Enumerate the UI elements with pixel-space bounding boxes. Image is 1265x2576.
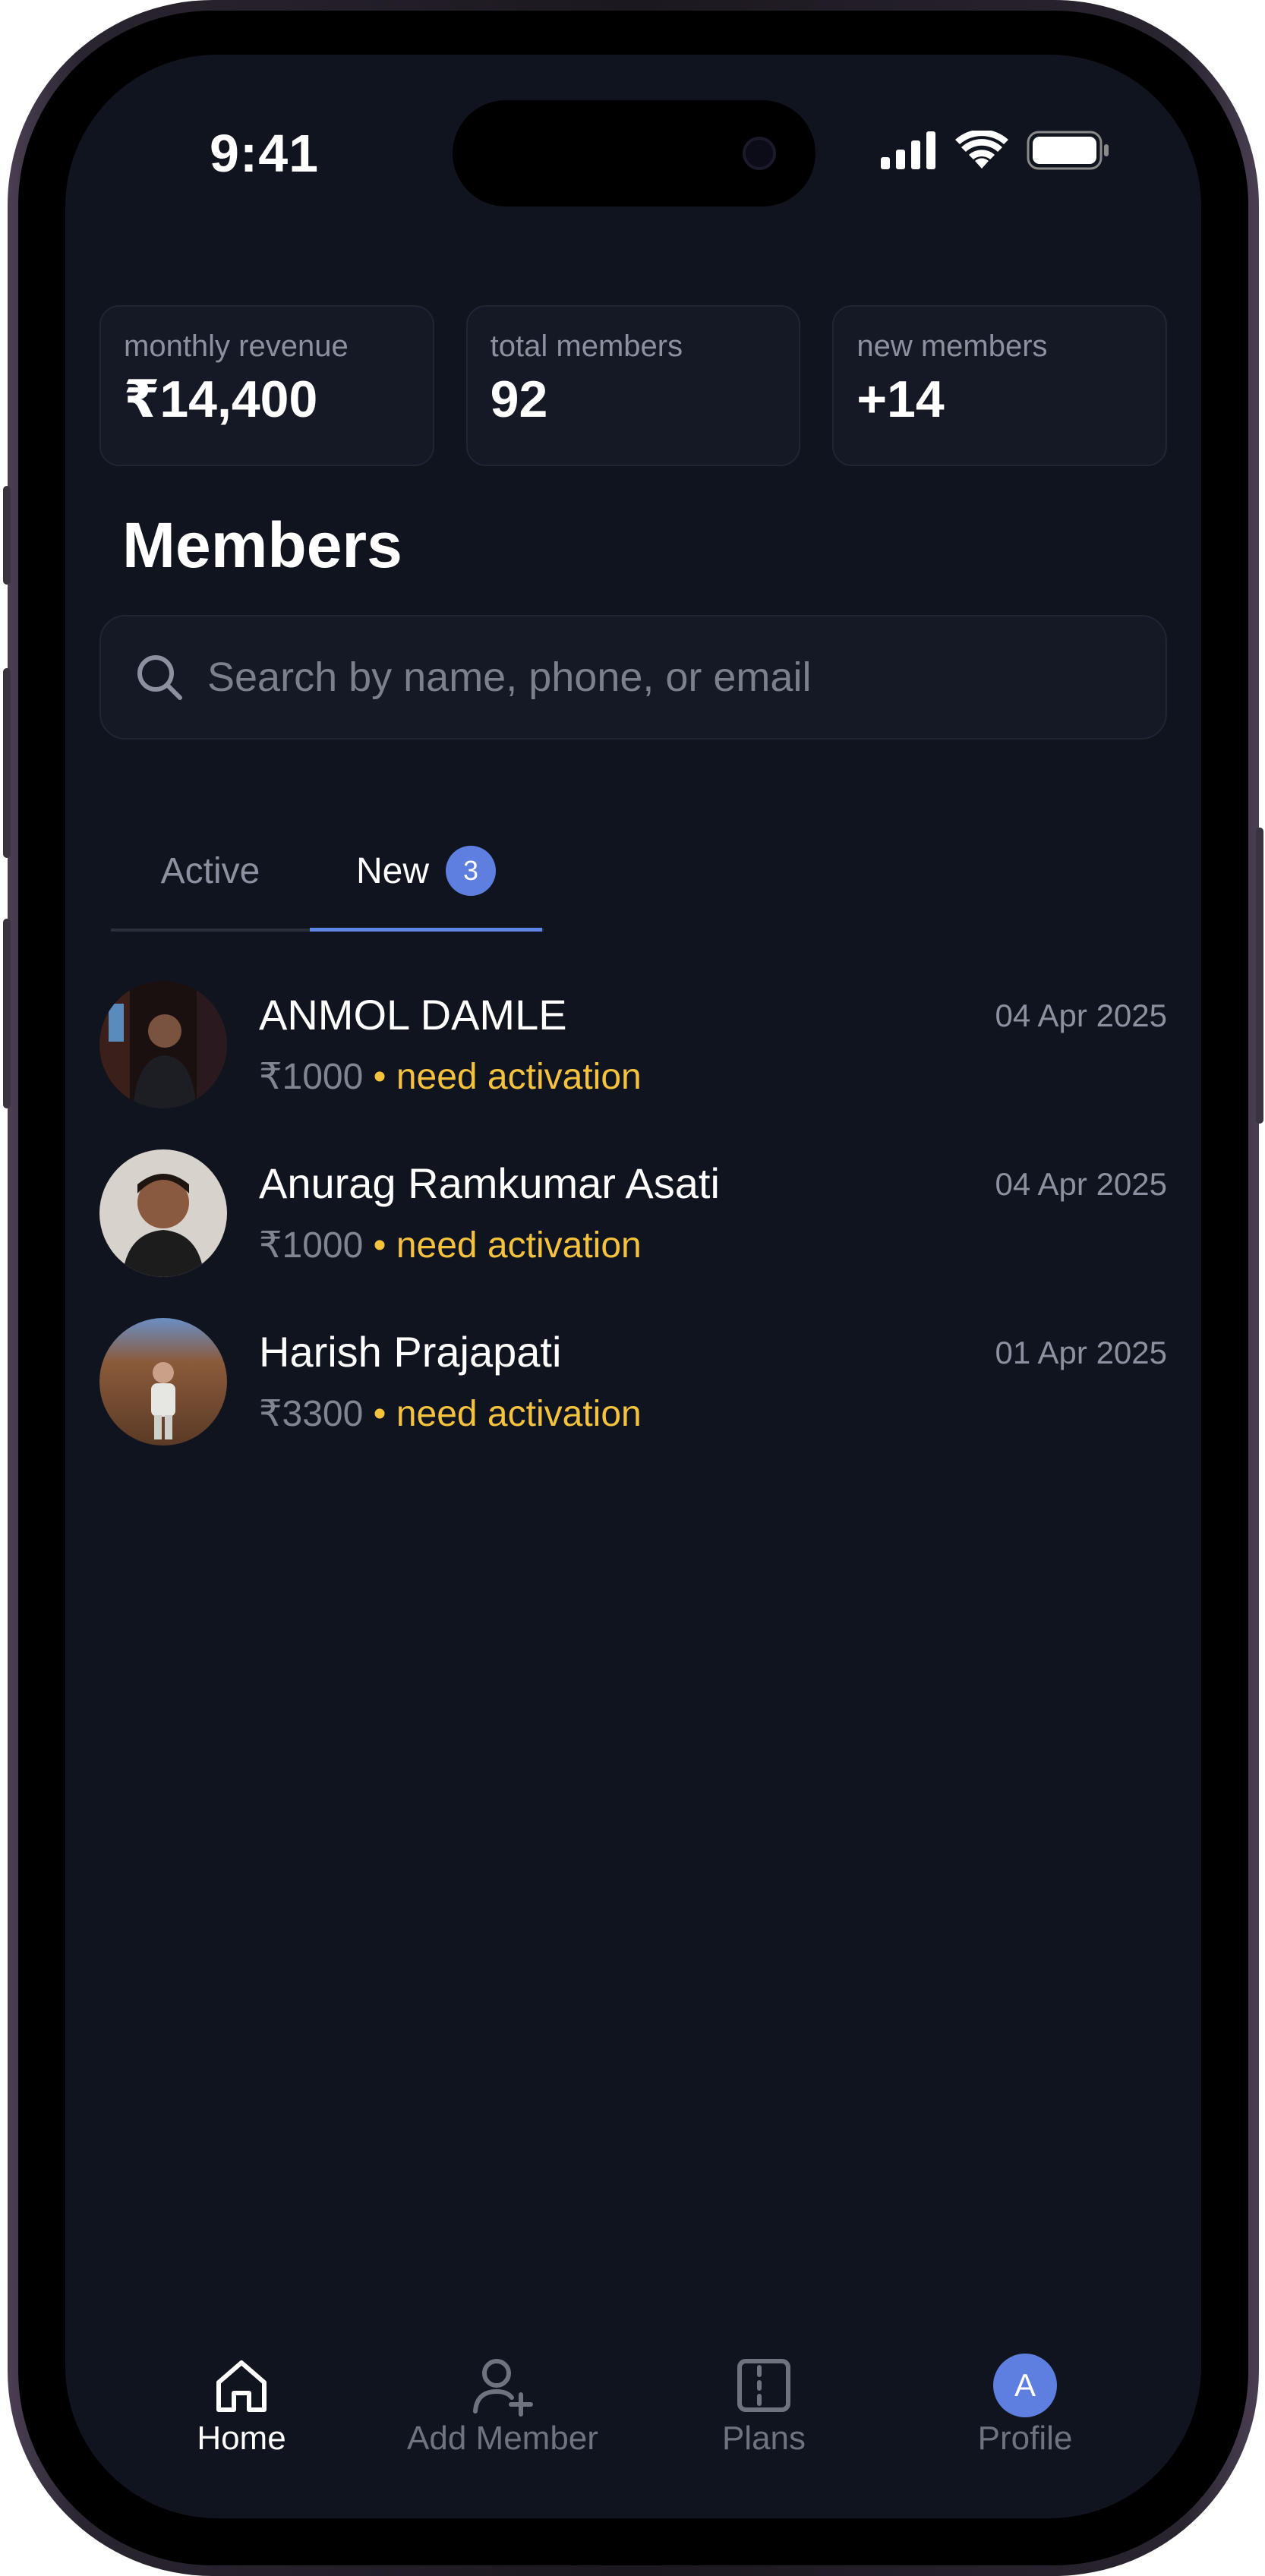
status-icons: [881, 131, 1110, 170]
member-list: ANMOL DAMLE ₹1000 • need activation 04 A…: [99, 981, 1167, 1487]
tab-plans[interactable]: Plans: [642, 2351, 885, 2458]
stats-row: monthly revenue ₹14,400 total members 92…: [99, 305, 1168, 466]
tab-add-member[interactable]: Add Member: [381, 2351, 624, 2458]
tab-label: Active: [160, 850, 260, 891]
volume-down-button: [3, 919, 11, 1108]
list-item[interactable]: Harish Prajapati ₹3300 • need activation…: [99, 1318, 1167, 1487]
stat-card-total-members: total members 92: [465, 305, 801, 466]
stat-value: ₹14,400: [124, 370, 318, 428]
avatar: [99, 1149, 227, 1277]
member-tabs: Active New 3: [111, 810, 544, 932]
stat-card-new-members: new members +14: [832, 305, 1168, 466]
member-name: Harish Prajapati: [259, 1328, 562, 1376]
member-meta: ₹3300 • need activation: [259, 1392, 642, 1435]
dynamic-island: [453, 100, 815, 207]
profile-avatar: A: [993, 2354, 1057, 2417]
search-placeholder: Search by name, phone, or email: [207, 654, 812, 700]
bottom-tab-bar: Home Add Member Plans A Profile: [65, 2321, 1201, 2518]
tab-label: Profile: [977, 2420, 1073, 2457]
volume-up-button: [3, 668, 11, 858]
stat-label: new members: [856, 329, 1048, 363]
page-title: Members: [122, 509, 402, 581]
tab-label: Add Member: [407, 2420, 598, 2457]
member-meta: ₹1000 • need activation: [259, 1224, 642, 1266]
member-date: 04 Apr 2025: [995, 1166, 1167, 1202]
stat-card-monthly-revenue: monthly revenue ₹14,400: [99, 305, 434, 466]
tab-label: Plans: [721, 2420, 806, 2457]
stat-label: total members: [490, 329, 683, 363]
tab-new[interactable]: New 3: [310, 810, 542, 932]
plans-icon: [737, 2359, 790, 2412]
search-icon: [137, 655, 182, 700]
member-price: ₹3300: [259, 1394, 364, 1434]
add-user-icon: [473, 2359, 533, 2417]
member-price: ₹1000: [259, 1057, 364, 1097]
status-time: 9:41: [210, 124, 320, 183]
tab-profile[interactable]: A Profile: [904, 2351, 1147, 2458]
cellular-signal-icon: [881, 131, 935, 169]
stat-value: +14: [856, 370, 945, 428]
battery-icon: [1027, 131, 1109, 170]
search-input[interactable]: Search by name, phone, or email: [99, 615, 1167, 739]
avatar: [99, 981, 227, 1108]
count-badge: 3: [446, 846, 497, 896]
tab-indicator: [310, 928, 542, 932]
phone-frame: 9:41 monthly revenue ₹14,400 total membe…: [3, 0, 1263, 2576]
tab-label: New: [355, 850, 430, 891]
app-screen: 9:41 monthly revenue ₹14,400 total membe…: [65, 55, 1201, 2518]
tab-home[interactable]: Home: [120, 2351, 363, 2458]
list-item[interactable]: Anurag Ramkumar Asati ₹1000 • need activ…: [99, 1149, 1167, 1318]
list-item[interactable]: ANMOL DAMLE ₹1000 • need activation 04 A…: [99, 981, 1167, 1149]
member-date: 01 Apr 2025: [995, 1335, 1167, 1370]
member-name: Anurag Ramkumar Asati: [259, 1159, 720, 1207]
power-button: [1256, 828, 1263, 1124]
tab-label: Home: [197, 2420, 286, 2457]
stat-label: monthly revenue: [124, 329, 349, 363]
wifi-icon: [955, 131, 1008, 169]
member-price: ₹1000: [259, 1225, 364, 1266]
member-meta: ₹1000 • need activation: [259, 1055, 642, 1098]
member-name: ANMOL DAMLE: [259, 991, 567, 1039]
home-icon: [216, 2360, 267, 2412]
stat-value: 92: [490, 370, 548, 428]
member-status: • need activation: [373, 1057, 642, 1097]
member-status: • need activation: [373, 1225, 642, 1266]
mute-switch: [3, 486, 11, 585]
member-status: • need activation: [373, 1394, 642, 1434]
avatar: [99, 1318, 227, 1446]
member-date: 04 Apr 2025: [995, 998, 1167, 1033]
tab-active[interactable]: Active: [111, 810, 310, 932]
